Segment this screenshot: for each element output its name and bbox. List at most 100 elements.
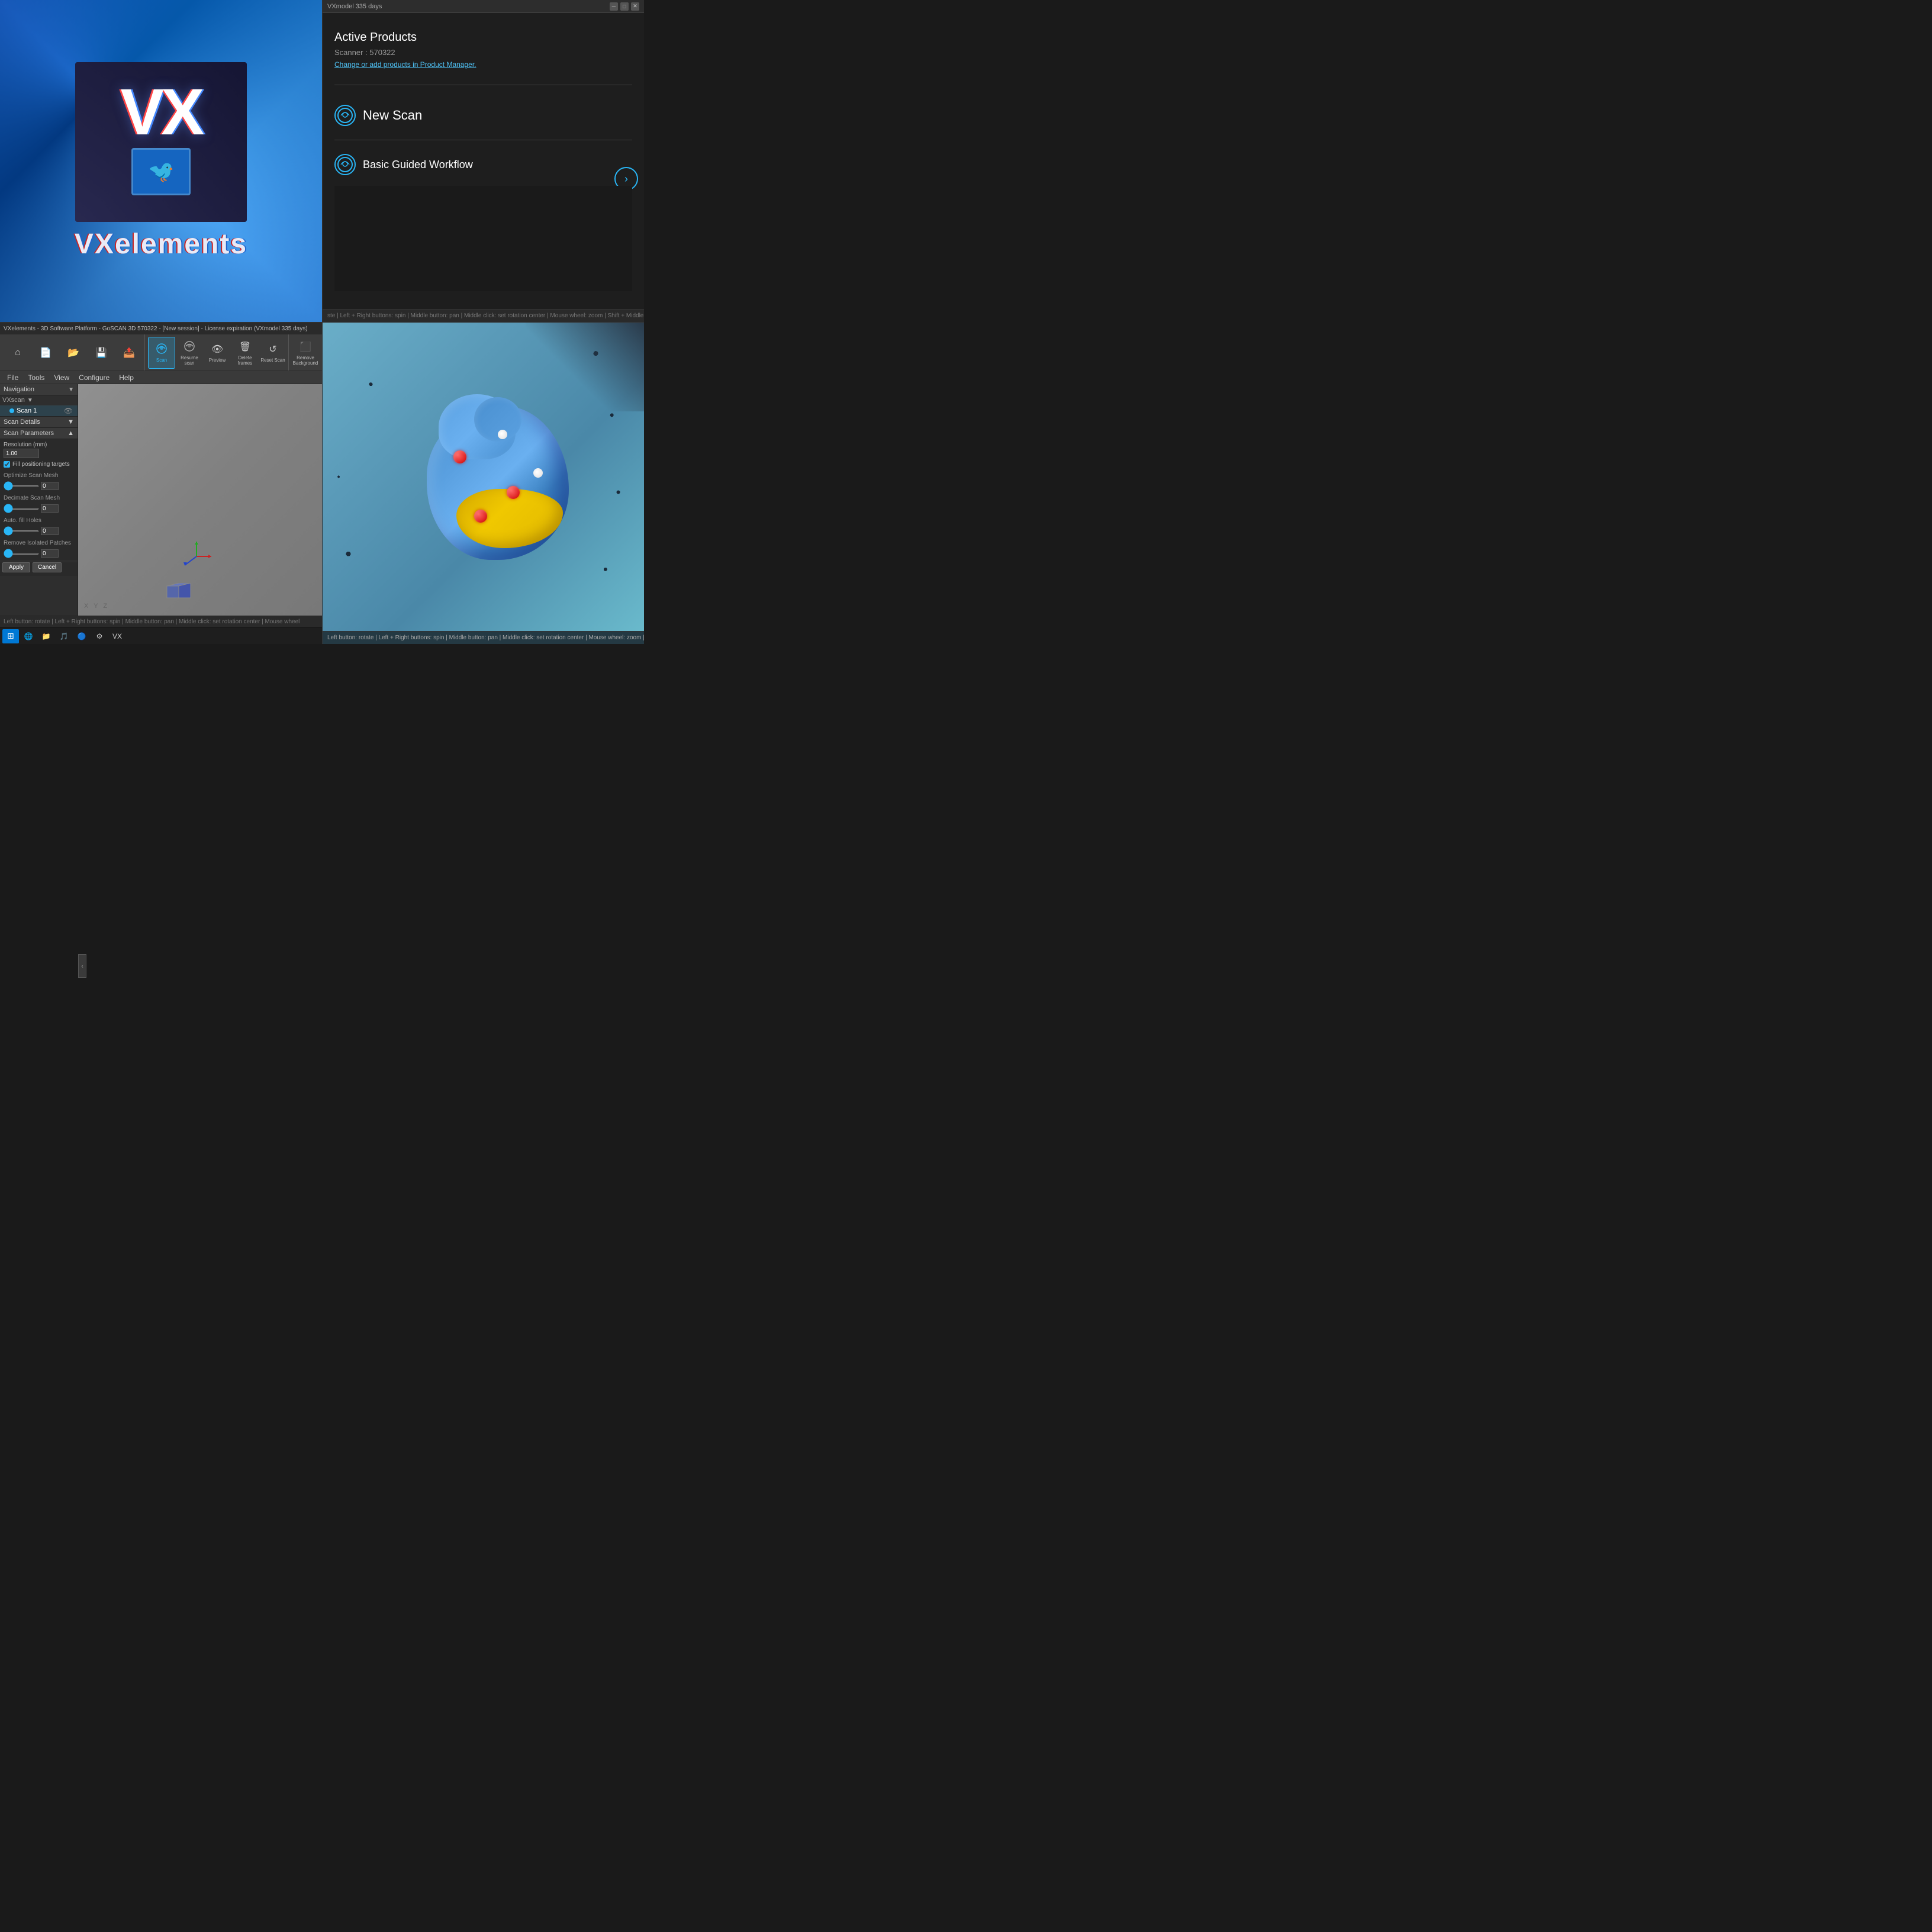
vxmodel-title: VXmodel 335 days (327, 3, 610, 10)
delete-frames-icon: 🗑 (237, 339, 253, 355)
new-file-button[interactable]: 📄 (32, 337, 59, 369)
taskbar-ie[interactable]: 🌐 (20, 630, 37, 643)
decimate-spin[interactable] (41, 504, 59, 513)
change-products-link[interactable]: Change or add products in Product Manage… (334, 60, 476, 69)
menu-view[interactable]: View (49, 372, 74, 383)
vxscan-status-bar: Left button: rotate | Left + Right butto… (0, 616, 322, 627)
vxmodel-panel: VXmodel 335 days ─ □ ✕ Active Products S… (322, 0, 644, 322)
resolution-input[interactable] (4, 449, 39, 458)
resolution-param: Resolution (mm) (4, 442, 74, 458)
vxscan-nav-expand[interactable]: ▼ (27, 397, 33, 404)
scan1-dot (9, 408, 14, 413)
vxscan-nav-item[interactable]: VXscan ▼ (0, 395, 78, 405)
resume-scan-icon (182, 339, 197, 355)
vxscan-menu: File Tools View Configure Help (0, 371, 322, 384)
home-icon: ⌂ (10, 345, 25, 360)
new-scan-label: New Scan (363, 108, 422, 123)
export-button[interactable]: 📤 (115, 337, 143, 369)
scan1-nav-item[interactable]: Scan 1 👁 (0, 405, 78, 416)
remove-patches-spin[interactable] (41, 549, 59, 558)
toolbar-group-home: ⌂ 📄 📂 💾 📤 (2, 334, 145, 371)
resume-scan-button[interactable]: Resume scan (176, 337, 203, 369)
menu-tools[interactable]: Tools (23, 372, 49, 383)
fill-holes-spin[interactable] (41, 527, 59, 535)
delete-frames-button[interactable]: 🗑 Delete frames (231, 337, 259, 369)
new-scan-svg-icon (336, 107, 354, 124)
fill-holes-label: Auto. fill Holes (4, 517, 74, 524)
fill-positioning-checkbox[interactable] (4, 461, 10, 468)
remove-bg-label: Remove Background (293, 356, 318, 366)
new-scan-icon (334, 105, 356, 126)
white-spot-2 (533, 468, 543, 478)
menu-configure[interactable]: Configure (74, 372, 114, 383)
resume-scan-label: Resume scan (177, 356, 202, 366)
save-file-icon: 💾 (94, 345, 109, 360)
minimize-button[interactable]: ─ (610, 2, 618, 11)
vxscan-panel: VXelements - 3D Software Platform - GoSC… (0, 322, 322, 644)
scan-params-expand[interactable]: ▲ (67, 430, 74, 437)
scan-details-header[interactable]: Scan Details ▼ (0, 416, 78, 428)
scan-params-header[interactable]: Scan Parameters ▲ (0, 428, 78, 439)
scan-details-expand[interactable]: ▼ (67, 418, 74, 426)
open-file-button[interactable]: 📂 (60, 337, 87, 369)
vxscan-title: VXelements - 3D Software Platform - GoSC… (4, 326, 318, 332)
splash-panel: VX 🐦 VXelements (0, 0, 322, 322)
taskbar-app1[interactable]: 🔵 (73, 630, 90, 643)
toolbar-group-scan: Scan Resume scan 👁 Preview (146, 334, 289, 371)
remove-patches-label: Remove Isolated Patches (4, 540, 74, 546)
remove-bg-icon: ⬛ (298, 339, 313, 355)
workflow-label: Basic Guided Workflow (363, 159, 473, 171)
home-button[interactable]: ⌂ (4, 337, 31, 369)
decimate-slider[interactable] (4, 508, 39, 510)
vxmodel-viewport (334, 186, 632, 291)
resolution-label: Resolution (mm) (4, 442, 74, 448)
taskbar-explorer[interactable]: 📁 (38, 630, 54, 643)
export-icon: 📤 (121, 345, 137, 360)
nav-expand-icon[interactable]: ▼ (68, 387, 74, 393)
vxscan-content: Navigation ▼ VXscan ▼ Scan 1 👁 Scan Deta… (0, 384, 322, 616)
orientation-cube (164, 583, 194, 607)
optimize-slider[interactable] (4, 485, 39, 487)
white-spot-1 (498, 430, 507, 439)
scan1-eye-icon[interactable]: 👁 (64, 407, 73, 415)
maximize-button[interactable]: □ (620, 2, 629, 11)
vxscan-titlebar: VXelements - 3D Software Platform - GoSC… (0, 323, 322, 334)
vxscan-toolbar: ⌂ 📄 📂 💾 📤 (0, 334, 322, 371)
fill-holes-slider[interactable] (4, 530, 39, 532)
app1-icon: 🔵 (77, 632, 86, 641)
taskbar-vxelements[interactable]: VX (109, 630, 125, 643)
vxelements-taskbar-icon: VX (112, 632, 122, 641)
vxmodel-body: Active Products Scanner : 570322 Change … (323, 13, 644, 309)
remove-bg-button[interactable]: ⬛ Remove Background (292, 337, 319, 369)
taskbar-start-button[interactable]: ⊞ (2, 629, 19, 643)
media-icon: 🎵 (59, 632, 69, 641)
close-button[interactable]: ✕ (631, 2, 639, 11)
apply-button[interactable]: Apply (2, 562, 30, 572)
remove-patches-slider[interactable] (4, 553, 39, 555)
scan-details-title: Scan Details (4, 418, 40, 426)
screen-grid: VX 🐦 VXelements VXmodel 335 days ─ □ ✕ A… (0, 0, 644, 644)
taskbar-media[interactable]: 🎵 (56, 630, 72, 643)
delete-frames-label: Delete frames (233, 356, 257, 366)
taskbar-app2[interactable]: ⚙ (91, 630, 108, 643)
scanner-info: Scanner : 570322 (334, 48, 632, 57)
reset-scan-button[interactable]: ↺ Reset Scan (259, 337, 286, 369)
menu-file[interactable]: File (2, 372, 23, 383)
titlebar-controls: ─ □ ✕ (610, 2, 639, 11)
menu-help[interactable]: Help (114, 372, 139, 383)
vxscan-nav-label: VXscan (2, 397, 25, 404)
scan1-label: Scan 1 (17, 407, 37, 414)
xyz-label: X Y Z (84, 603, 109, 610)
cancel-button[interactable]: Cancel (33, 562, 62, 572)
workflow-row[interactable]: Basic Guided Workflow (334, 149, 632, 180)
optimize-spin[interactable] (41, 482, 59, 490)
new-scan-row[interactable]: New Scan (334, 100, 632, 131)
vx-bird-icon: 🐦 (148, 159, 175, 184)
eye-dot-3 (474, 510, 487, 523)
preview-button[interactable]: 👁 Preview (204, 337, 231, 369)
save-file-button[interactable]: 💾 (88, 337, 115, 369)
vxmodel-titlebar: VXmodel 335 days ─ □ ✕ (323, 0, 644, 13)
scan-button[interactable]: Scan (148, 337, 175, 369)
vx-bird-box: 🐦 (131, 148, 191, 195)
active-products-section: Active Products Scanner : 570322 Change … (334, 31, 632, 70)
